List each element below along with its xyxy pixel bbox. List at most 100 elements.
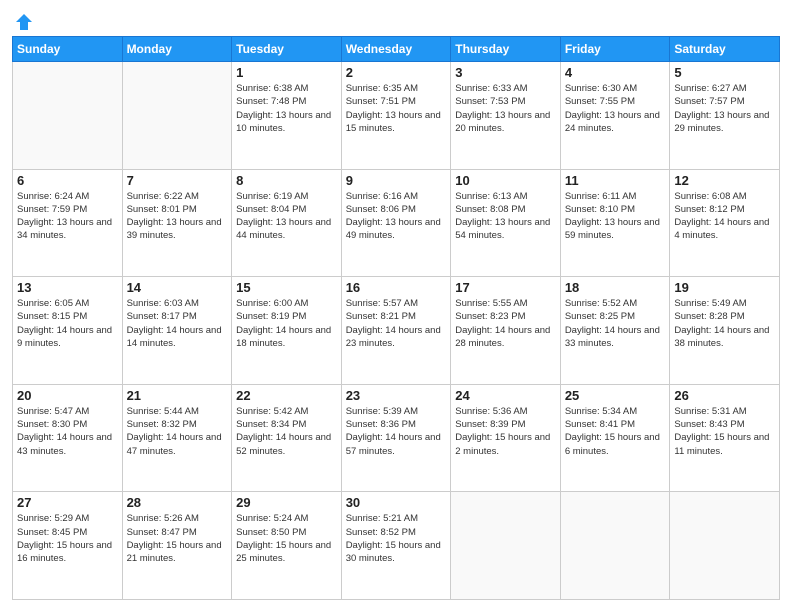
day-number: 2 bbox=[346, 65, 447, 80]
day-info: Sunrise: 6:27 AM Sunset: 7:57 PM Dayligh… bbox=[674, 82, 775, 135]
calendar-cell: 1 Sunrise: 6:38 AM Sunset: 7:48 PM Daylig… bbox=[232, 62, 342, 170]
day-info: Sunrise: 5:47 AM Sunset: 8:30 PM Dayligh… bbox=[17, 405, 118, 458]
day-number: 27 bbox=[17, 495, 118, 510]
day-info: Sunrise: 6:22 AM Sunset: 8:01 PM Dayligh… bbox=[127, 190, 228, 243]
calendar-cell: 9 Sunrise: 6:16 AM Sunset: 8:06 PM Daylig… bbox=[341, 169, 451, 277]
weekday-header-tuesday: Tuesday bbox=[232, 37, 342, 62]
calendar-table: SundayMondayTuesdayWednesdayThursdayFrid… bbox=[12, 36, 780, 600]
calendar-cell: 12 Sunrise: 6:08 AM Sunset: 8:12 PM Dayli… bbox=[670, 169, 780, 277]
calendar-cell: 25 Sunrise: 5:34 AM Sunset: 8:41 PM Dayli… bbox=[560, 384, 670, 492]
day-info: Sunrise: 5:49 AM Sunset: 8:28 PM Dayligh… bbox=[674, 297, 775, 350]
day-number: 3 bbox=[455, 65, 556, 80]
weekday-header-saturday: Saturday bbox=[670, 37, 780, 62]
day-number: 12 bbox=[674, 173, 775, 188]
day-info: Sunrise: 6:05 AM Sunset: 8:15 PM Dayligh… bbox=[17, 297, 118, 350]
calendar-cell: 30 Sunrise: 5:21 AM Sunset: 8:52 PM Dayli… bbox=[341, 492, 451, 600]
day-number: 26 bbox=[674, 388, 775, 403]
calendar-cell: 6Sunrise: 6:24 AM Sunset: 7:59 PM Daylig… bbox=[13, 169, 123, 277]
day-number: 17 bbox=[455, 280, 556, 295]
logo-icon bbox=[14, 12, 34, 32]
day-number: 7 bbox=[127, 173, 228, 188]
day-info: Sunrise: 5:31 AM Sunset: 8:43 PM Dayligh… bbox=[674, 405, 775, 458]
day-number: 19 bbox=[674, 280, 775, 295]
day-number: 18 bbox=[565, 280, 666, 295]
day-info: Sunrise: 6:03 AM Sunset: 8:17 PM Dayligh… bbox=[127, 297, 228, 350]
day-info: Sunrise: 6:00 AM Sunset: 8:19 PM Dayligh… bbox=[236, 297, 337, 350]
calendar-cell: 5 Sunrise: 6:27 AM Sunset: 7:57 PM Daylig… bbox=[670, 62, 780, 170]
calendar-cell bbox=[13, 62, 123, 170]
calendar-cell bbox=[560, 492, 670, 600]
calendar-cell: 28 Sunrise: 5:26 AM Sunset: 8:47 PM Dayli… bbox=[122, 492, 232, 600]
calendar-cell bbox=[451, 492, 561, 600]
day-number: 25 bbox=[565, 388, 666, 403]
day-number: 4 bbox=[565, 65, 666, 80]
weekday-header-thursday: Thursday bbox=[451, 37, 561, 62]
day-number: 20 bbox=[17, 388, 118, 403]
day-number: 9 bbox=[346, 173, 447, 188]
logo-text bbox=[12, 12, 34, 32]
calendar-cell: 15 Sunrise: 6:00 AM Sunset: 8:19 PM Dayli… bbox=[232, 277, 342, 385]
calendar-cell: 11 Sunrise: 6:11 AM Sunset: 8:10 PM Dayli… bbox=[560, 169, 670, 277]
day-number: 6 bbox=[17, 173, 118, 188]
day-info: Sunrise: 6:13 AM Sunset: 8:08 PM Dayligh… bbox=[455, 190, 556, 243]
calendar-cell: 4 Sunrise: 6:30 AM Sunset: 7:55 PM Daylig… bbox=[560, 62, 670, 170]
day-number: 16 bbox=[346, 280, 447, 295]
day-info: Sunrise: 6:08 AM Sunset: 8:12 PM Dayligh… bbox=[674, 190, 775, 243]
day-number: 29 bbox=[236, 495, 337, 510]
calendar-cell: 19 Sunrise: 5:49 AM Sunset: 8:28 PM Dayli… bbox=[670, 277, 780, 385]
calendar-cell: 3 Sunrise: 6:33 AM Sunset: 7:53 PM Daylig… bbox=[451, 62, 561, 170]
day-number: 1 bbox=[236, 65, 337, 80]
weekday-header-monday: Monday bbox=[122, 37, 232, 62]
day-info: Sunrise: 6:35 AM Sunset: 7:51 PM Dayligh… bbox=[346, 82, 447, 135]
day-number: 10 bbox=[455, 173, 556, 188]
day-info: Sunrise: 5:55 AM Sunset: 8:23 PM Dayligh… bbox=[455, 297, 556, 350]
header bbox=[12, 12, 780, 28]
day-number: 28 bbox=[127, 495, 228, 510]
day-info: Sunrise: 5:26 AM Sunset: 8:47 PM Dayligh… bbox=[127, 512, 228, 565]
calendar-cell: 22Sunrise: 5:42 AM Sunset: 8:34 PM Dayli… bbox=[232, 384, 342, 492]
day-info: Sunrise: 5:52 AM Sunset: 8:25 PM Dayligh… bbox=[565, 297, 666, 350]
day-number: 8 bbox=[236, 173, 337, 188]
day-number: 23 bbox=[346, 388, 447, 403]
day-number: 15 bbox=[236, 280, 337, 295]
page: SundayMondayTuesdayWednesdayThursdayFrid… bbox=[0, 0, 792, 612]
day-info: Sunrise: 6:30 AM Sunset: 7:55 PM Dayligh… bbox=[565, 82, 666, 135]
calendar-cell: 10 Sunrise: 6:13 AM Sunset: 8:08 PM Dayli… bbox=[451, 169, 561, 277]
weekday-header-friday: Friday bbox=[560, 37, 670, 62]
calendar-cell: 17 Sunrise: 5:55 AM Sunset: 8:23 PM Dayli… bbox=[451, 277, 561, 385]
calendar-cell: 16 Sunrise: 5:57 AM Sunset: 8:21 PM Dayli… bbox=[341, 277, 451, 385]
day-info: Sunrise: 5:57 AM Sunset: 8:21 PM Dayligh… bbox=[346, 297, 447, 350]
day-info: Sunrise: 6:33 AM Sunset: 7:53 PM Dayligh… bbox=[455, 82, 556, 135]
day-info: Sunrise: 5:29 AM Sunset: 8:45 PM Dayligh… bbox=[17, 512, 118, 565]
day-info: Sunrise: 5:21 AM Sunset: 8:52 PM Dayligh… bbox=[346, 512, 447, 565]
calendar-cell: 2 Sunrise: 6:35 AM Sunset: 7:51 PM Daylig… bbox=[341, 62, 451, 170]
day-number: 5 bbox=[674, 65, 775, 80]
calendar-cell: 27 Sunrise: 5:29 AM Sunset: 8:45 PM Dayli… bbox=[13, 492, 123, 600]
calendar-cell bbox=[670, 492, 780, 600]
day-info: Sunrise: 6:16 AM Sunset: 8:06 PM Dayligh… bbox=[346, 190, 447, 243]
day-info: Sunrise: 6:38 AM Sunset: 7:48 PM Dayligh… bbox=[236, 82, 337, 135]
calendar-cell: 26 Sunrise: 5:31 AM Sunset: 8:43 PM Dayli… bbox=[670, 384, 780, 492]
calendar-cell: 7 Sunrise: 6:22 AM Sunset: 8:01 PM Daylig… bbox=[122, 169, 232, 277]
calendar-cell: 24Sunrise: 5:36 AM Sunset: 8:39 PM Dayli… bbox=[451, 384, 561, 492]
day-number: 11 bbox=[565, 173, 666, 188]
weekday-header-sunday: Sunday bbox=[13, 37, 123, 62]
calendar-cell: 21 Sunrise: 5:44 AM Sunset: 8:32 PM Dayli… bbox=[122, 384, 232, 492]
day-info: Sunrise: 5:24 AM Sunset: 8:50 PM Dayligh… bbox=[236, 512, 337, 565]
calendar-cell: 23 Sunrise: 5:39 AM Sunset: 8:36 PM Dayli… bbox=[341, 384, 451, 492]
day-info: Sunrise: 6:19 AM Sunset: 8:04 PM Dayligh… bbox=[236, 190, 337, 243]
day-info: Sunrise: 5:36 AM Sunset: 8:39 PM Dayligh… bbox=[455, 405, 556, 458]
day-info: Sunrise: 6:11 AM Sunset: 8:10 PM Dayligh… bbox=[565, 190, 666, 243]
weekday-header-wednesday: Wednesday bbox=[341, 37, 451, 62]
day-info: Sunrise: 5:34 AM Sunset: 8:41 PM Dayligh… bbox=[565, 405, 666, 458]
calendar-cell: 29 Sunrise: 5:24 AM Sunset: 8:50 PM Dayli… bbox=[232, 492, 342, 600]
calendar-cell bbox=[122, 62, 232, 170]
day-info: Sunrise: 5:39 AM Sunset: 8:36 PM Dayligh… bbox=[346, 405, 447, 458]
day-number: 14 bbox=[127, 280, 228, 295]
day-number: 21 bbox=[127, 388, 228, 403]
day-info: Sunrise: 5:44 AM Sunset: 8:32 PM Dayligh… bbox=[127, 405, 228, 458]
calendar-cell: 18 Sunrise: 5:52 AM Sunset: 8:25 PM Dayli… bbox=[560, 277, 670, 385]
day-number: 30 bbox=[346, 495, 447, 510]
day-number: 13 bbox=[17, 280, 118, 295]
day-number: 22 bbox=[236, 388, 337, 403]
